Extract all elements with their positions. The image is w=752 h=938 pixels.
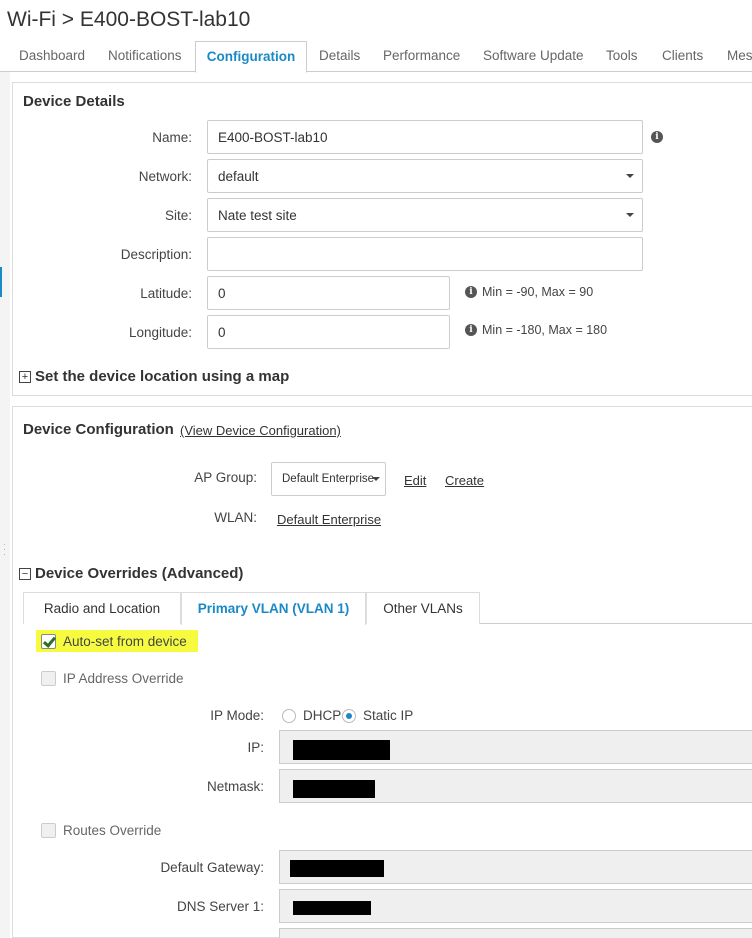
view-device-configuration-link[interactable]: (View Device Configuration)	[180, 423, 341, 438]
plus-box-icon[interactable]: +	[19, 371, 31, 383]
device-overrides-toggle[interactable]: Device Overrides (Advanced)	[35, 565, 243, 582]
chevron-down-icon	[626, 213, 634, 217]
latitude-input[interactable]: 0	[207, 276, 450, 310]
tab-primary-vlan[interactable]: Primary VLAN (VLAN 1)	[181, 592, 366, 625]
latitude-label: Latitude:	[140, 286, 192, 301]
main-tab-bar: Dashboard Notifications Configuration De…	[0, 41, 752, 73]
ip-label: IP:	[247, 740, 264, 755]
minus-box-icon[interactable]: −	[19, 568, 31, 580]
rail-active-marker	[0, 267, 2, 297]
network-select-value: default	[218, 168, 259, 184]
latitude-hint: Min = -90, Max = 90	[482, 285, 594, 299]
tab-tools[interactable]: Tools	[606, 41, 638, 72]
left-rail: · · ·	[0, 72, 10, 938]
name-info-icon[interactable]: i	[651, 131, 663, 143]
page-title: Wi-Fi > E400-BOST-lab10	[7, 8, 251, 31]
map-location-toggle[interactable]: Set the device location using a map	[35, 368, 289, 385]
wlan-label: WLAN:	[214, 510, 257, 525]
dhcp-label: DHCP	[303, 708, 342, 723]
redacted-ip	[293, 740, 390, 760]
routes-override-label: Routes Override	[63, 823, 162, 838]
description-input[interactable]	[207, 237, 643, 271]
latitude-info-icon: i	[465, 286, 477, 298]
tab-software-update[interactable]: Software Update	[483, 41, 584, 72]
title-bar: Wi-Fi > E400-BOST-lab10	[0, 0, 752, 42]
longitude-input-value: 0	[218, 324, 226, 340]
longitude-label: Longitude:	[128, 325, 192, 340]
tab-radio-and-location[interactable]: Radio and Location	[23, 592, 181, 624]
device-details-title: Device Details	[23, 93, 125, 110]
tab-details[interactable]: Details	[319, 41, 360, 72]
longitude-input[interactable]: 0	[207, 315, 450, 349]
ip-override-checkbox[interactable]	[41, 671, 56, 686]
redacted-dns1	[293, 901, 371, 915]
redacted-netmask	[293, 780, 375, 798]
wlan-link[interactable]: Default Enterprise	[277, 512, 381, 527]
ip-mode-label: IP Mode:	[210, 708, 264, 723]
gateway-label: Default Gateway:	[160, 860, 264, 875]
site-label: Site:	[164, 208, 192, 223]
tab-clients[interactable]: Clients	[662, 41, 703, 72]
netmask-label: Netmask:	[206, 779, 264, 794]
tab-dashboard[interactable]: Dashboard	[19, 41, 85, 72]
ap-group-select-value: Default Enterprise	[282, 473, 375, 485]
ip-override-label: IP Address Override	[63, 671, 184, 686]
edit-ap-group-link[interactable]: Edit	[404, 473, 426, 488]
network-select[interactable]: default	[207, 159, 643, 193]
longitude-info-icon: i	[465, 324, 477, 336]
overrides-tab-bar: Radio and Location Primary VLAN (VLAN 1)…	[23, 592, 752, 625]
device-configuration-title: Device Configuration	[23, 421, 174, 438]
tab-other-vlans[interactable]: Other VLANs	[366, 592, 480, 624]
tab-performance[interactable]: Performance	[383, 41, 460, 72]
static-ip-radio[interactable]	[342, 709, 356, 723]
dhcp-radio[interactable]	[282, 709, 296, 723]
dns1-label: DNS Server 1:	[176, 899, 264, 914]
static-ip-label: Static IP	[363, 708, 414, 723]
create-ap-group-link[interactable]: Create	[445, 473, 484, 488]
name-label: Name:	[152, 130, 192, 145]
ap-group-label: AP Group:	[194, 470, 257, 485]
name-input-value: E400-BOST-lab10	[218, 129, 328, 145]
name-input[interactable]: E400-BOST-lab10	[207, 120, 643, 154]
resize-grip-icon[interactable]: · · ·	[3, 540, 6, 559]
tab-mesh[interactable]: Mesh	[727, 41, 752, 72]
chevron-down-icon	[372, 477, 380, 481]
longitude-hint: Min = -180, Max = 180	[482, 323, 608, 337]
tab-configuration[interactable]: Configuration	[195, 41, 307, 73]
site-select-value: Nate test site	[218, 207, 297, 223]
network-label: Network:	[138, 169, 192, 184]
chevron-down-icon	[626, 174, 634, 178]
latitude-input-value: 0	[218, 285, 226, 301]
routes-override-checkbox[interactable]	[41, 823, 56, 838]
ap-group-select[interactable]: Default Enterprise	[271, 462, 386, 496]
tab-notifications[interactable]: Notifications	[108, 41, 182, 72]
redacted-gateway	[290, 860, 384, 877]
description-label: Description:	[120, 247, 192, 262]
auto-set-checkbox[interactable]	[41, 634, 56, 649]
dns2-input[interactable]	[279, 928, 752, 938]
auto-set-label: Auto-set from device	[63, 634, 187, 649]
site-select[interactable]: Nate test site	[207, 198, 643, 232]
